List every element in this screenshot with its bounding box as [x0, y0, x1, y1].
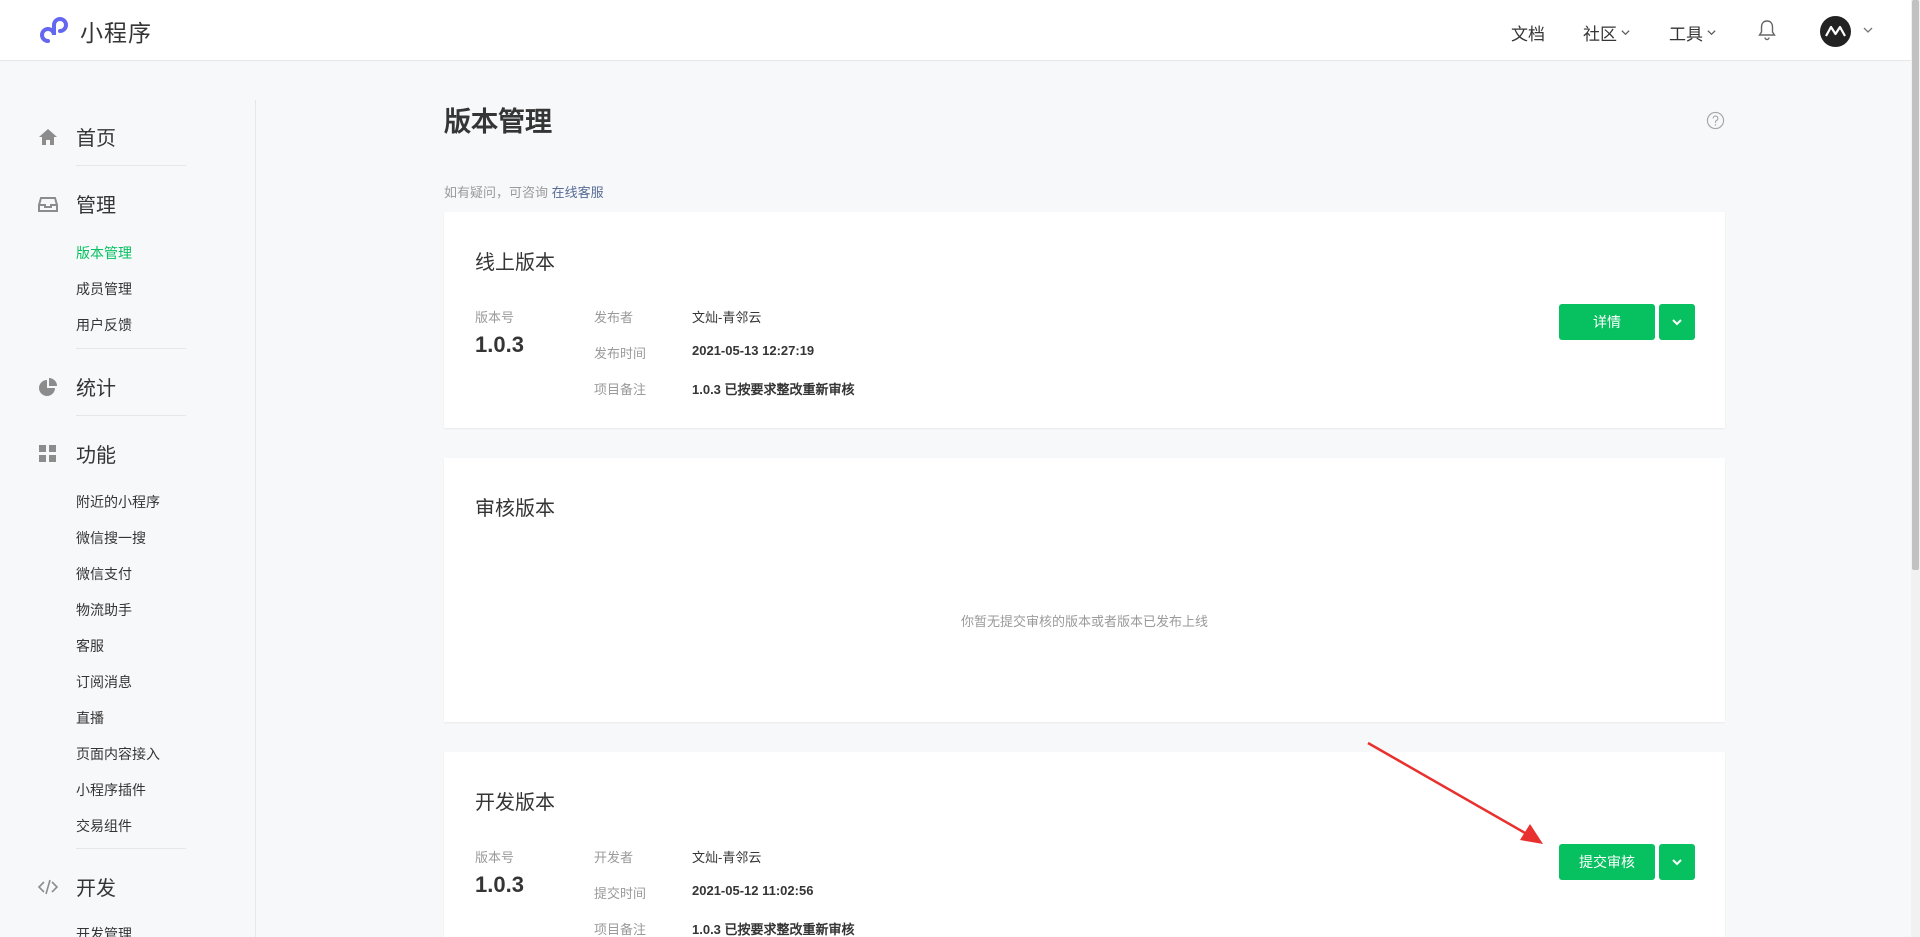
publisher-label: 发布者 — [594, 310, 634, 325]
nav-docs-label: 文档 — [1511, 25, 1545, 44]
sidebar-separator — [76, 848, 186, 849]
annotation-arrow-icon — [1367, 741, 1543, 844]
sidebar-group-manage[interactable]: 管理 — [38, 189, 116, 218]
nav-docs[interactable]: 文档 — [1511, 20, 1545, 45]
version-number: 1.0.3 — [475, 332, 524, 357]
inbox-icon — [38, 196, 58, 212]
card-title: 线上版本 — [475, 252, 555, 274]
nav-tools-label: 工具 — [1669, 25, 1703, 44]
remark-value: 1.0.3 已按要求整改重新审核 — [692, 382, 855, 397]
sidebar-group-label: 功能 — [76, 445, 116, 467]
chevron-down-icon — [1672, 859, 1682, 866]
online-service-link[interactable]: 在线客服 — [552, 185, 604, 200]
submit-time-value: 2021-05-12 11:02:56 — [692, 883, 814, 898]
sidebar-item-member-management[interactable]: 成员管理 — [76, 279, 132, 299]
chevron-down-icon[interactable] — [1862, 24, 1874, 36]
publish-time-value: 2021-05-13 12:27:19 — [692, 343, 815, 358]
card-title: 开发版本 — [475, 792, 555, 814]
remark-label: 项目备注 — [594, 922, 647, 937]
online-version-card: 线上版本 版本号 1.0.3 发布者 文灿-青邻云 发布时间 2021-05-1… — [444, 212, 1725, 428]
sidebar-separator — [76, 165, 186, 166]
chevron-down-icon — [1672, 319, 1682, 326]
developer-value: 文灿-青邻云 — [692, 850, 762, 865]
submit-review-button[interactable]: 提交审核 — [1559, 844, 1655, 880]
sidebar-item-subscribe-message[interactable]: 订阅消息 — [76, 672, 132, 692]
help-hint: 如有疑问，可咨询 在线客服 — [444, 182, 604, 201]
sidebar-separator — [76, 415, 186, 416]
online-more-dropdown[interactable] — [1659, 304, 1695, 340]
sidebar-item-nearby[interactable]: 附近的小程序 — [76, 492, 160, 512]
grid-icon — [39, 444, 56, 462]
developer-label: 开发者 — [594, 850, 634, 865]
scrollbar-thumb[interactable] — [1912, 0, 1919, 570]
bell-icon[interactable] — [1757, 19, 1777, 41]
chevron-down-icon — [1707, 30, 1716, 36]
remark-value: 1.0.3 已按要求整改重新审核 — [692, 922, 855, 937]
help-icon[interactable] — [1706, 111, 1725, 130]
avatar-logo-icon — [1825, 25, 1846, 37]
details-button[interactable]: 详情 — [1559, 304, 1655, 340]
nav-tools[interactable]: 工具 — [1669, 20, 1717, 45]
sidebar-item-page-content[interactable]: 页面内容接入 — [76, 744, 160, 764]
app-name[interactable]: 小程序 — [80, 14, 152, 48]
code-icon — [38, 879, 58, 894]
avatar[interactable] — [1820, 16, 1851, 47]
sidebar-item-plugins[interactable]: 小程序插件 — [76, 780, 146, 800]
sidebar-separator — [76, 348, 186, 349]
publisher-value: 文灿-青邻云 — [692, 310, 762, 325]
pie-chart-icon — [39, 377, 57, 396]
sidebar-item-trade-component[interactable]: 交易组件 — [76, 816, 132, 836]
nav-community[interactable]: 社区 — [1583, 20, 1631, 45]
sidebar-item-wechat-search[interactable]: 微信搜一搜 — [76, 528, 146, 548]
sidebar-group-features[interactable]: 功能 — [38, 439, 116, 468]
page-title: 版本管理 — [444, 107, 552, 137]
sidebar-divider — [255, 100, 256, 937]
hint-text: 如有疑问，可咨询 — [444, 185, 549, 200]
version-label: 版本号 — [475, 310, 515, 325]
empty-state-text: 你暂无提交审核的版本或者版本已发布上线 — [960, 614, 1208, 629]
version-label: 版本号 — [475, 850, 515, 865]
sidebar-item-live[interactable]: 直播 — [76, 708, 104, 728]
sidebar-group-dev[interactable]: 开发 — [38, 872, 116, 901]
sidebar-group-label: 开发 — [76, 878, 116, 900]
publish-time-label: 发布时间 — [594, 346, 647, 361]
sidebar-item-wechat-pay[interactable]: 微信支付 — [76, 564, 132, 584]
sidebar-group-label: 统计 — [76, 378, 116, 400]
dev-more-dropdown[interactable] — [1659, 844, 1695, 880]
version-number: 1.0.3 — [475, 872, 524, 897]
sidebar-item-customer-service[interactable]: 客服 — [76, 636, 104, 656]
sidebar-group-label: 首页 — [76, 128, 116, 150]
card-title: 审核版本 — [475, 498, 555, 520]
sidebar-item-version-management[interactable]: 版本管理 — [76, 243, 132, 263]
nav-community-label: 社区 — [1583, 25, 1617, 44]
remark-label: 项目备注 — [594, 382, 647, 397]
review-version-card: 审核版本 你暂无提交审核的版本或者版本已发布上线 — [444, 458, 1725, 722]
chevron-down-icon — [1621, 30, 1630, 36]
sidebar-item-user-feedback[interactable]: 用户反馈 — [76, 315, 132, 335]
sidebar-group-home[interactable]: 首页 — [38, 122, 116, 151]
submit-time-label: 提交时间 — [594, 886, 647, 901]
sidebar-item-dev-management[interactable]: 开发管理 — [76, 924, 132, 937]
top-header: 小程序 文档 社区 工具 — [0, 0, 1920, 61]
miniprogram-logo-icon[interactable] — [39, 14, 71, 46]
sidebar-group-stats[interactable]: 统计 — [38, 372, 116, 401]
sidebar-group-label: 管理 — [76, 195, 116, 217]
sidebar-item-logistics[interactable]: 物流助手 — [76, 600, 132, 620]
home-icon — [39, 128, 57, 145]
